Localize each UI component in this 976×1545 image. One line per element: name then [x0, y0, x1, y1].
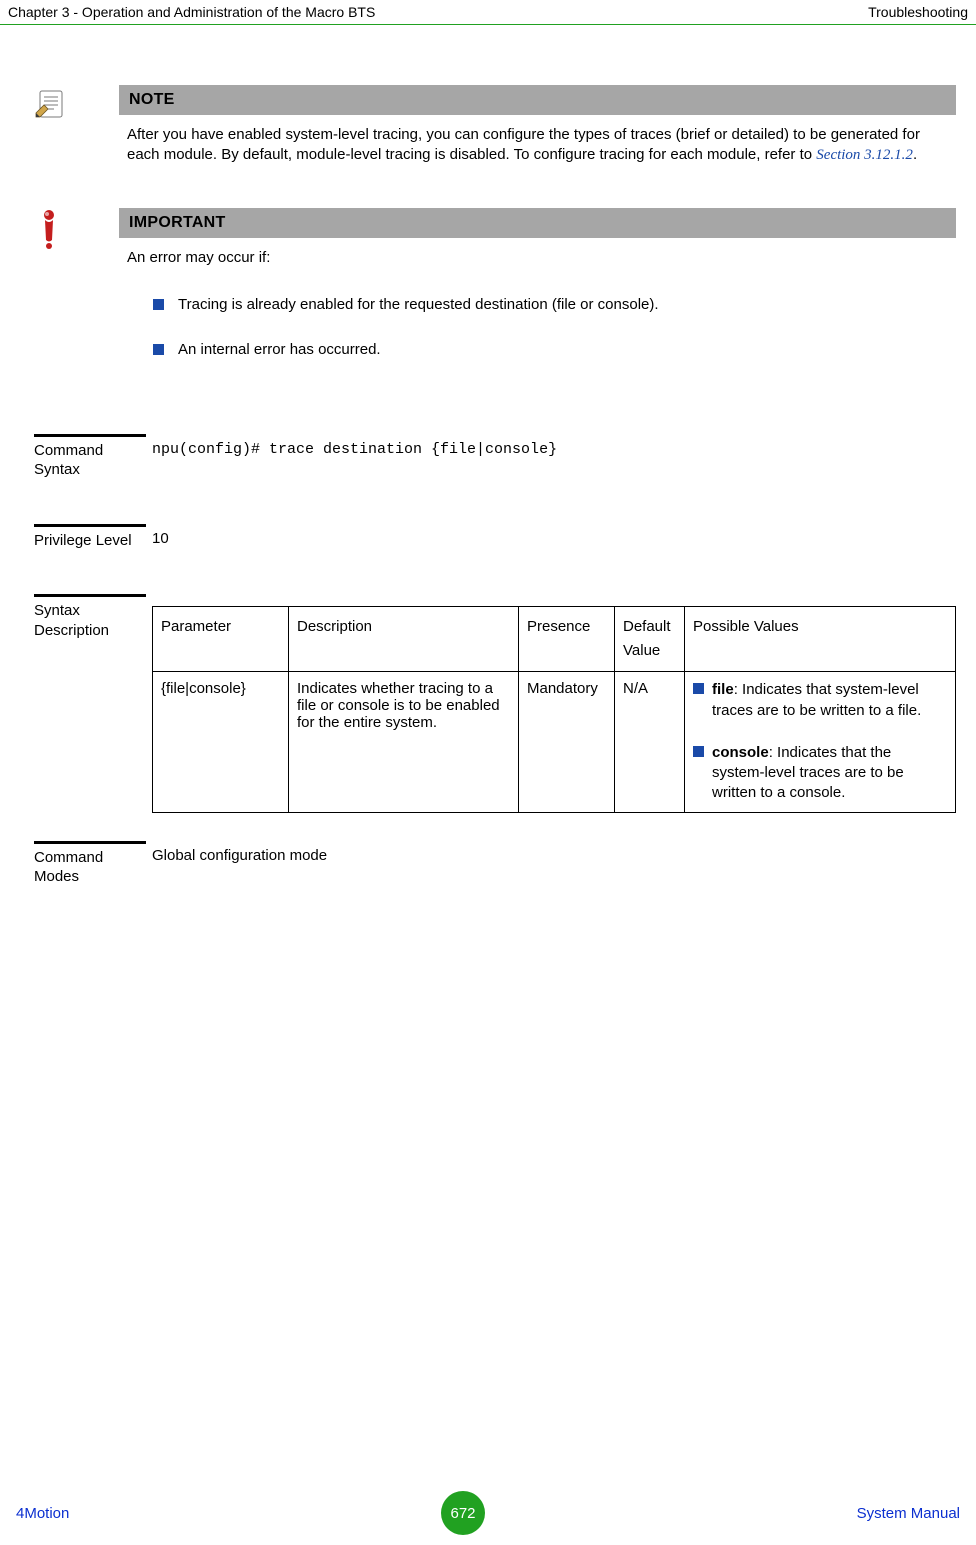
th-possible-values: Possible Values — [685, 607, 956, 672]
command-modes-block: Command Modes Global configuration mode — [34, 841, 956, 887]
command-syntax-block: Command Syntax npu(config)# trace destin… — [34, 434, 956, 480]
header-chapter: Chapter 3 - Operation and Administration… — [8, 4, 375, 20]
page-number-badge: 672 — [441, 1491, 485, 1535]
syntax-description-block: Syntax Description Parameter Description… — [34, 594, 956, 812]
th-description: Description — [289, 607, 519, 672]
table-header-row: Parameter Description Presence Default V… — [153, 607, 956, 672]
page-footer: 4Motion 672 System Manual — [0, 1491, 976, 1535]
note-title: NOTE — [119, 85, 956, 115]
td-default-value: N/A — [615, 672, 685, 812]
note-icon — [34, 87, 68, 121]
list-item: An internal error has occurred. — [153, 341, 948, 358]
pv-bold: file — [712, 681, 734, 698]
footer-manual: System Manual — [857, 1505, 960, 1522]
pv-rest: : Indicates that system-level traces are… — [712, 681, 921, 718]
note-icon-cell — [34, 85, 119, 125]
privilege-level-block: Privilege Level 10 — [34, 524, 956, 551]
th-presence: Presence — [519, 607, 615, 672]
note-body-pre: After you have enabled system-level trac… — [127, 126, 920, 163]
td-parameter: {file|console} — [153, 672, 289, 812]
th-default-value: Default Value — [615, 607, 685, 672]
command-modes-value: Global configuration mode — [146, 841, 956, 864]
important-callout: IMPORTANT An error may occur if: Tracing… — [34, 208, 956, 390]
footer-product: 4Motion — [16, 1505, 69, 1522]
square-bullet-icon — [153, 344, 164, 355]
important-icon-cell — [34, 208, 119, 254]
square-bullet-icon — [693, 746, 704, 757]
pv-bold: console — [712, 744, 769, 761]
command-syntax-value: npu(config)# trace destination {file|con… — [152, 441, 557, 458]
list-item: console: Indicates that the system-level… — [693, 743, 947, 804]
td-presence: Mandatory — [519, 672, 615, 812]
section-link[interactable]: Section 3.12.1.2 — [816, 147, 913, 163]
privilege-level-label: Privilege Level — [34, 524, 146, 551]
square-bullet-icon — [153, 299, 164, 310]
list-item-text: Tracing is already enabled for the reque… — [178, 296, 659, 313]
note-body: After you have enabled system-level trac… — [119, 115, 956, 174]
important-title: IMPORTANT — [119, 208, 956, 238]
important-lead: An error may occur if: — [119, 238, 956, 276]
td-description: Indicates whether tracing to a file or c… — [289, 672, 519, 812]
table-row: {file|console} Indicates whether tracing… — [153, 672, 956, 812]
syntax-table: Parameter Description Presence Default V… — [152, 606, 956, 812]
command-syntax-label: Command Syntax — [34, 434, 146, 480]
syntax-description-label: Syntax Description — [34, 594, 146, 640]
page-header: Chapter 3 - Operation and Administration… — [0, 0, 976, 25]
note-body-post: . — [913, 146, 917, 163]
possible-values-list: file: Indicates that system-level traces… — [693, 680, 947, 803]
note-callout: NOTE After you have enabled system-level… — [34, 85, 956, 174]
important-icon — [40, 210, 58, 250]
important-list: Tracing is already enabled for the reque… — [119, 276, 956, 390]
list-item: Tracing is already enabled for the reque… — [153, 296, 948, 313]
header-section: Troubleshooting — [868, 4, 968, 20]
list-item-text: An internal error has occurred. — [178, 341, 381, 358]
privilege-level-value: 10 — [146, 524, 956, 547]
th-parameter: Parameter — [153, 607, 289, 672]
list-item: file: Indicates that system-level traces… — [693, 680, 947, 721]
td-possible-values: file: Indicates that system-level traces… — [685, 672, 956, 812]
command-modes-label: Command Modes — [34, 841, 146, 887]
square-bullet-icon — [693, 683, 704, 694]
